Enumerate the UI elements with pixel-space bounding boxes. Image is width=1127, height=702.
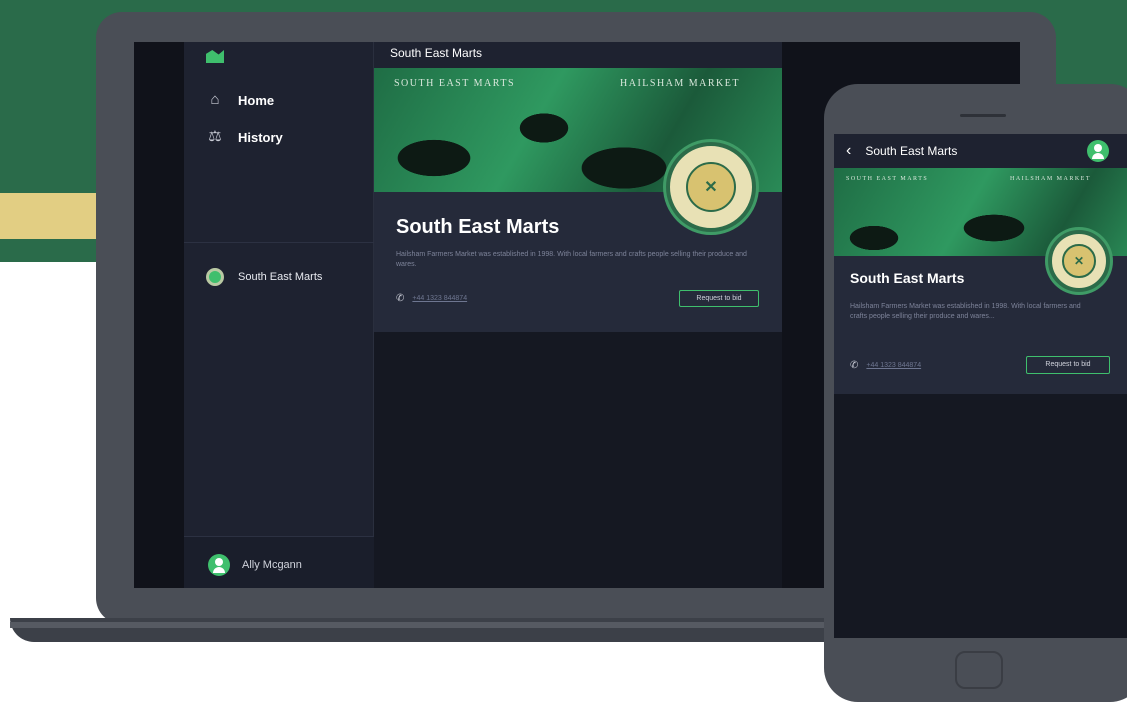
phone-icon: ✆ xyxy=(396,293,405,304)
main-content: South East Marts SOUTH EAST MARTS HAILSH… xyxy=(374,42,782,588)
avatar[interactable] xyxy=(1087,140,1109,162)
user-profile[interactable]: Ally Mcgann xyxy=(208,554,302,576)
phone-icon: ✆ xyxy=(850,360,859,371)
phone-speaker xyxy=(960,114,1006,117)
seal-crest-icon: ✕ xyxy=(1062,244,1096,278)
market-seal-logo: ✕ xyxy=(666,142,756,232)
market-description: Hailsham Farmers Market was established … xyxy=(396,251,747,268)
avatar xyxy=(208,554,230,576)
history-icon: ⚖ xyxy=(208,128,222,145)
banner-text-right: HAILSHAM MARKET xyxy=(1010,176,1091,182)
market-logo-icon xyxy=(206,268,224,286)
home-icon: ⌂ xyxy=(210,91,220,108)
sidebar: ⌂ Home ⚖ History South East Marts Ally M… xyxy=(184,42,374,588)
mobile-screen: ‹ South East Marts SOUTH EAST MARTS HAIL… xyxy=(834,134,1127,638)
back-chevron-icon[interactable]: ‹ xyxy=(846,143,851,159)
sidebar-item-label: Home xyxy=(238,92,275,108)
banner-text-left: SOUTH EAST MARTS xyxy=(846,176,929,182)
sidebar-item-history[interactable]: ⚖ History xyxy=(206,126,283,148)
left-edge-strip xyxy=(134,42,184,588)
user-name: Ally Mcgann xyxy=(242,559,302,571)
seal-crest-icon: ✕ xyxy=(685,161,737,213)
laptop-base-edge xyxy=(10,622,910,628)
mobile-header: ‹ South East Marts xyxy=(834,134,1127,168)
market-description: Hailsham Farmers Market was established … xyxy=(850,303,1081,320)
page-title: South East Marts xyxy=(374,42,782,68)
sidebar-item-label: History xyxy=(238,129,283,145)
request-to-bid-button[interactable]: Request to bid xyxy=(1026,356,1110,374)
phone-contact: ✆ +44 1323 844874 xyxy=(850,360,921,371)
phone-home-button xyxy=(955,651,1003,689)
sidebar-divider xyxy=(184,242,374,243)
request-to-bid-button[interactable]: Request to bid xyxy=(679,290,759,307)
banner-text-right: HAILSHAM MARKET xyxy=(620,78,740,89)
market-title: South East Marts xyxy=(850,270,965,286)
phone-link[interactable]: +44 1323 844874 xyxy=(412,295,467,302)
logo-icon[interactable] xyxy=(206,50,224,63)
market-card: SOUTH EAST MARTS HAILSHAM MARKET ✕ South… xyxy=(374,68,782,332)
mobile-market-card: SOUTH EAST MARTS HAILSHAM MARKET ✕ South… xyxy=(834,168,1127,394)
sidebar-item-home[interactable]: ⌂ Home xyxy=(206,89,274,111)
phone-link[interactable]: +44 1323 844874 xyxy=(866,362,921,369)
sidebar-item-label: South East Marts xyxy=(238,271,323,283)
phone-frame: ‹ South East Marts SOUTH EAST MARTS HAIL… xyxy=(824,84,1127,702)
market-seal-logo: ✕ xyxy=(1048,230,1110,292)
banner-text-left: SOUTH EAST MARTS xyxy=(394,78,516,89)
mobile-page-title: South East Marts xyxy=(865,144,958,158)
phone-contact: ✆ +44 1323 844874 xyxy=(396,293,467,304)
sidebar-item-market[interactable]: South East Marts xyxy=(206,268,322,286)
market-title: South East Marts xyxy=(396,216,560,238)
